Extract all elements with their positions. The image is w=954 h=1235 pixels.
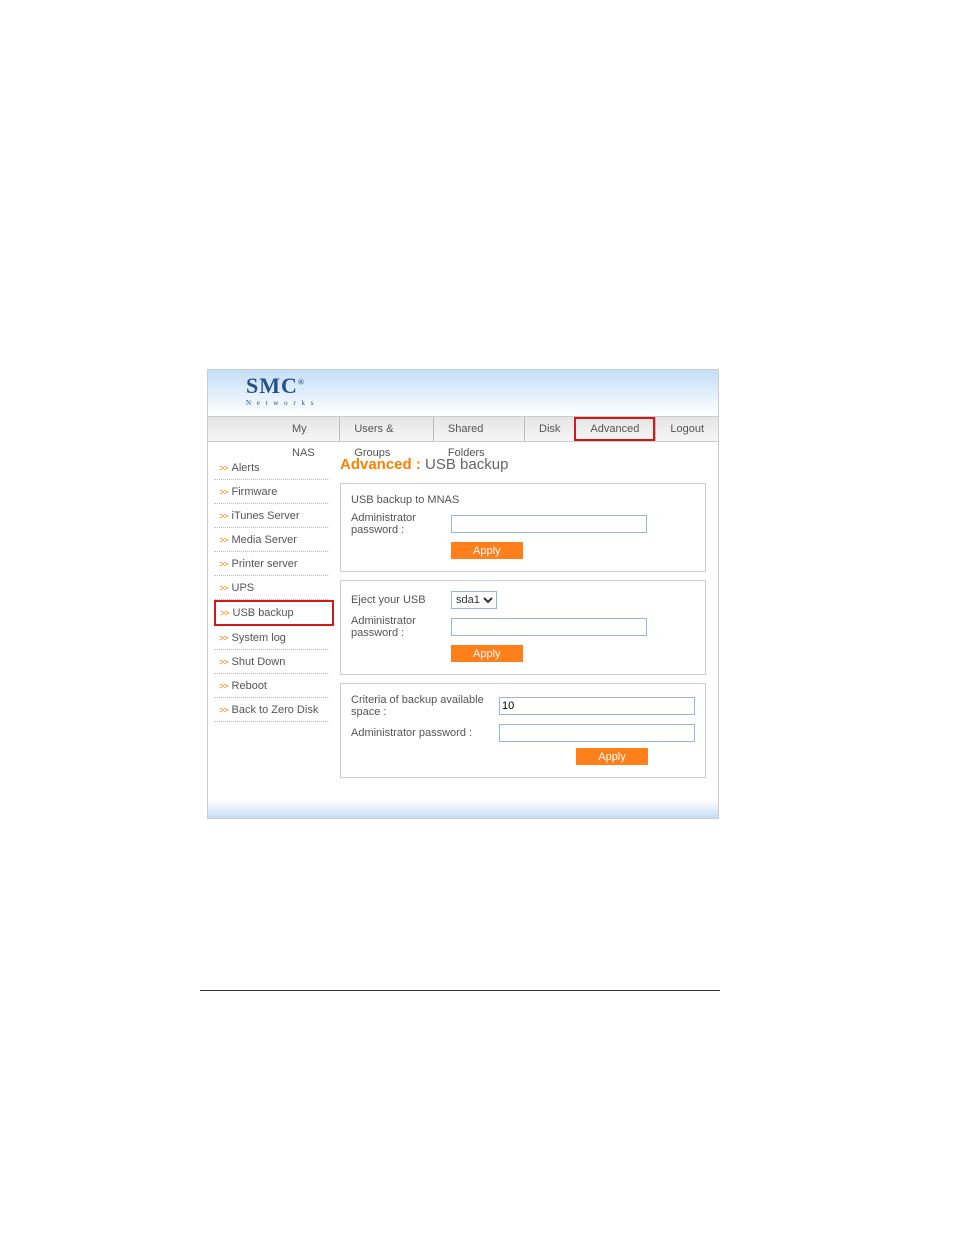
sidebar-item-usb-backup[interactable]: >>USB backup: [214, 600, 334, 626]
chevron-icon: >>: [219, 487, 228, 497]
tab-users-groups[interactable]: Users & Groups: [339, 417, 433, 441]
sidebar-item-itunes-server[interactable]: >>iTunes Server: [214, 504, 330, 528]
panel2-eject-select[interactable]: sda1: [451, 591, 497, 609]
sidebar-item-firmware[interactable]: >>Firmware: [214, 480, 330, 504]
sidebar-item-shut-down[interactable]: >>Shut Down: [214, 650, 330, 674]
chevron-icon: >>: [219, 511, 228, 521]
sidebar-item-media-server[interactable]: >>Media Server: [214, 528, 330, 552]
panel1-apply-button[interactable]: Apply: [451, 542, 523, 559]
header: SMC® N e t w o r k s: [208, 370, 718, 416]
chevron-icon: >>: [219, 463, 228, 473]
chevron-icon: >>: [219, 633, 228, 643]
top-nav: My NAS Users & Groups Shared Folders Dis…: [208, 416, 718, 442]
panel1-password-label: Administrator password :: [351, 512, 451, 536]
sidebar: >>Alerts >>Firmware >>iTunes Server >>Me…: [208, 442, 334, 800]
chevron-icon: >>: [219, 705, 228, 715]
panel-eject-usb: Eject your USB sda1 Administrator passwo…: [340, 580, 706, 675]
chevron-icon: >>: [219, 681, 228, 691]
chevron-icon: >>: [219, 559, 228, 569]
panel3-password-field[interactable]: [499, 724, 695, 742]
tab-logout[interactable]: Logout: [655, 417, 718, 441]
panel-backup-to-mnas: USB backup to MNAS Administrator passwor…: [340, 483, 706, 572]
panel3-criteria-field[interactable]: [499, 697, 695, 715]
tab-disk[interactable]: Disk: [524, 417, 574, 441]
sidebar-item-ups[interactable]: >>UPS: [214, 576, 330, 600]
main-content: Advanced : USB backup USB backup to MNAS…: [334, 442, 718, 800]
sidebar-item-printer-server[interactable]: >>Printer server: [214, 552, 330, 576]
panel-criteria: Criteria of backup available space : Adm…: [340, 683, 706, 778]
panel2-password-field[interactable]: [451, 618, 647, 636]
panel2-password-label: Administrator password :: [351, 615, 451, 639]
page-rule: [200, 990, 720, 991]
tab-my-nas[interactable]: My NAS: [278, 417, 339, 441]
brand-logo: SMC® N e t w o r k s: [246, 375, 315, 407]
chevron-icon: >>: [219, 535, 228, 545]
chevron-icon: >>: [219, 583, 228, 593]
app-window: SMC® N e t w o r k s My NAS Users & Grou…: [207, 369, 719, 819]
panel2-eject-label: Eject your USB: [351, 594, 451, 606]
tab-advanced[interactable]: Advanced: [574, 417, 655, 441]
panel2-apply-button[interactable]: Apply: [451, 645, 523, 662]
panel3-criteria-label: Criteria of backup available space :: [351, 694, 499, 718]
panel3-password-label: Administrator password :: [351, 727, 499, 739]
page-title: Advanced : USB backup: [340, 456, 706, 473]
sidebar-item-back-to-zero-disk[interactable]: >>Back to Zero Disk: [214, 698, 330, 722]
panel1-password-field[interactable]: [451, 515, 647, 533]
panel1-heading: USB backup to MNAS: [351, 494, 459, 506]
sidebar-item-reboot[interactable]: >>Reboot: [214, 674, 330, 698]
tab-shared-folders[interactable]: Shared Folders: [433, 417, 524, 441]
footer-gradient: [208, 800, 718, 818]
chevron-icon: >>: [220, 608, 229, 618]
chevron-icon: >>: [219, 657, 228, 667]
panel3-apply-button[interactable]: Apply: [576, 748, 648, 765]
sidebar-item-system-log[interactable]: >>System log: [214, 626, 330, 650]
sidebar-item-alerts[interactable]: >>Alerts: [214, 456, 330, 480]
